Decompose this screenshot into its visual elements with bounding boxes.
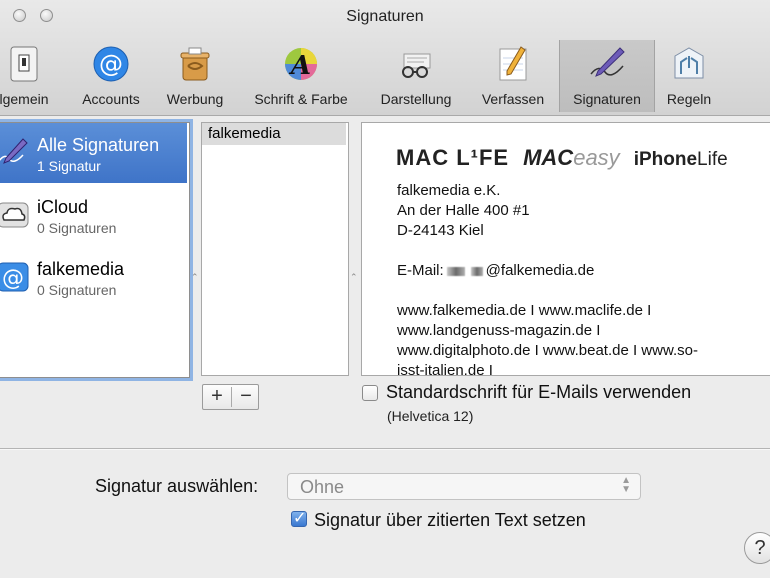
signature-item[interactable]: falkemedia: [202, 123, 346, 145]
account-count: 0 Signaturen: [37, 220, 117, 236]
toolbar-label: Accounts: [82, 91, 140, 107]
choose-signature-label: Signatur auswählen:: [95, 476, 259, 496]
default-font-checkbox[interactable]: [362, 385, 378, 401]
sig-line: D-24143 Kiel: [397, 222, 484, 239]
cloud-icon: [0, 202, 29, 228]
account-count: 1 Signatur: [37, 158, 101, 174]
signature-pen-icon: [590, 47, 625, 77]
rules-icon: [674, 47, 704, 79]
switch-icon: [10, 46, 38, 82]
pencil-note-icon: [499, 46, 527, 81]
sig-line: An der Halle 400 #1: [397, 202, 530, 219]
toolbar-item-werbung[interactable]: Werbung: [157, 40, 233, 112]
signature-logos: MAC L¹FE MACeasy iPhoneLife: [396, 145, 728, 171]
sig-line: falkemedia e.K.: [397, 182, 501, 199]
glasses-icon: [402, 53, 431, 78]
signature-preview[interactable]: MAC L¹FE MACeasy iPhoneLife falkemedia e.K…: [361, 122, 770, 376]
signature-text: falkemedia e.K. An der Halle 400 #1 D-24…: [397, 181, 698, 376]
toolbar-label: lgemein: [0, 91, 49, 107]
default-font-note: (Helvetica 12): [387, 408, 474, 424]
sig-email-line: E-Mail: @falkemedia.de: [397, 262, 595, 279]
at-icon: @: [0, 262, 29, 292]
svg-text:@: @: [99, 50, 123, 78]
signature-list[interactable]: falkemedia: [201, 122, 349, 376]
maceasy-logo: MACeasy: [523, 145, 620, 170]
account-name: falkemedia: [37, 259, 125, 279]
default-font-label: Standardschrift für E-Mails verwenden: [386, 382, 692, 402]
svg-text:A: A: [288, 51, 311, 81]
accounts-list[interactable]: Alle Signaturen 1 Signatur iCloud 0 Sign…: [0, 122, 190, 378]
toolbar-item-schrift-farbe[interactable]: A Schrift & Farbe: [240, 40, 362, 112]
account-row-icloud[interactable]: iCloud 0 Signaturen: [0, 185, 187, 245]
redacted-text: [470, 266, 483, 276]
sig-line: isst-italien.de I: [397, 362, 493, 376]
updown-arrows-icon: ▲ ▼: [621, 475, 631, 495]
account-name: Alle Signaturen: [37, 135, 160, 155]
choose-signature-select[interactable]: Ohne ▲ ▼: [287, 473, 641, 500]
sig-line: www.falkemedia.de I www.maclife.de I: [397, 302, 652, 319]
toolbar-item-darstellung[interactable]: Darstellung: [368, 40, 464, 112]
window-toolbar: Signaturen lgemein @ Accounts Werbung A …: [0, 0, 770, 116]
add-signature-button[interactable]: +: [203, 385, 231, 409]
account-row-falkemedia[interactable]: @ falkemedia 0 Signaturen: [0, 247, 187, 307]
toolbar-label: Verfassen: [481, 91, 545, 107]
splitter-handle[interactable]: ⌃: [350, 272, 358, 283]
toolbar-item-regeln[interactable]: Regeln: [658, 40, 720, 112]
toolbar-label: Signaturen: [573, 91, 641, 107]
maclife-logo: MAC L¹FE: [396, 145, 510, 170]
account-count: 0 Signaturen: [37, 282, 117, 298]
trash-bin-icon: [180, 47, 210, 81]
font-color-icon: A: [285, 48, 317, 81]
toolbar-label: Darstellung: [380, 91, 452, 107]
at-icon: @: [93, 46, 129, 82]
splitter-handle[interactable]: ⌃: [191, 272, 199, 283]
svg-text:@: @: [2, 266, 24, 291]
toolbar-item-signaturen[interactable]: Signaturen: [559, 40, 655, 112]
help-button[interactable]: ?: [744, 532, 770, 564]
remove-signature-button[interactable]: −: [232, 385, 260, 409]
account-name: iCloud: [37, 197, 89, 217]
above-quote-checkbox[interactable]: [291, 508, 307, 528]
add-remove-buttons: + −: [202, 384, 259, 410]
signature-pen-icon: [0, 138, 28, 164]
account-row-alle-signaturen[interactable]: Alle Signaturen 1 Signatur: [0, 123, 187, 183]
toolbar-label: Werbung: [166, 91, 224, 107]
toolbar-label: Regeln: [666, 91, 712, 107]
toolbar-item-accounts[interactable]: @ Accounts: [72, 40, 150, 112]
sig-line: www.landgenuss-magazin.de I: [397, 322, 601, 339]
iphonelife-logo: iPhoneLife: [633, 149, 728, 170]
redacted-text: [446, 266, 465, 276]
toolbar-item-verfassen[interactable]: Verfassen: [472, 40, 554, 112]
toolbar-item-allgemein[interactable]: lgemein: [0, 40, 62, 112]
sig-line: www.digitalphoto.de I www.beat.de I www.…: [397, 342, 698, 359]
toolbar-label: Schrift & Farbe: [254, 91, 348, 107]
select-value: Ohne: [300, 477, 345, 497]
window-title: Signaturen: [346, 8, 424, 25]
above-quote-label: Signatur über zitierten Text setzen: [314, 510, 586, 530]
